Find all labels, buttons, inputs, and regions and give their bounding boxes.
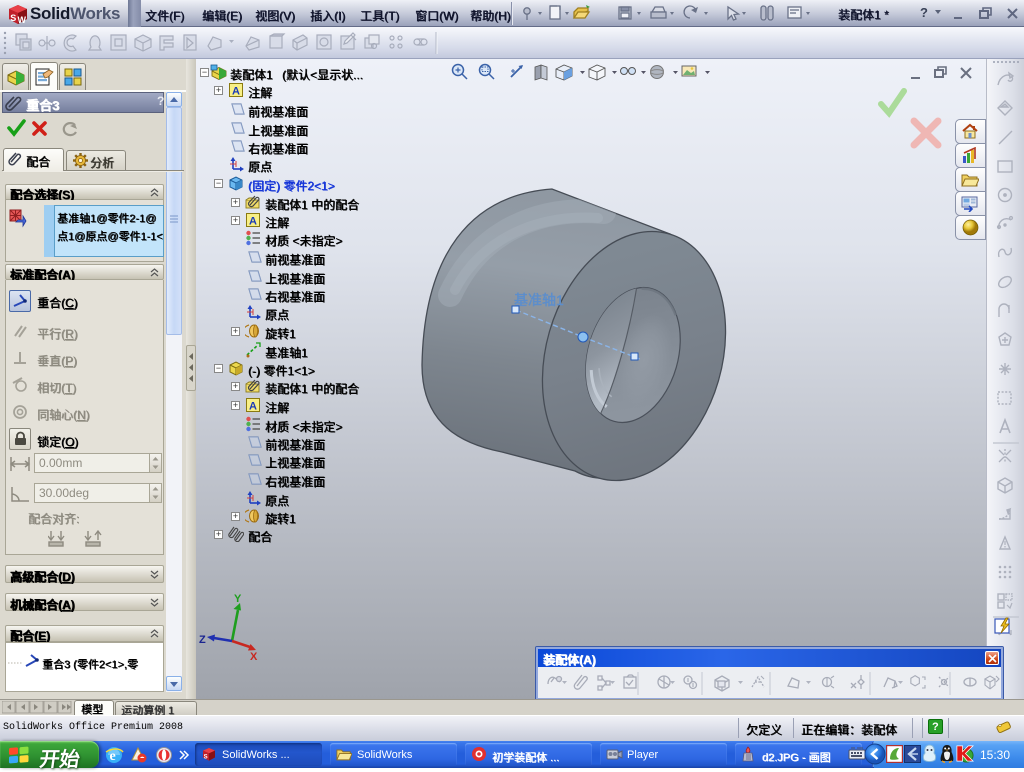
svg-text:X: X bbox=[250, 651, 258, 663]
svg-text:基准轴1: 基准轴1 bbox=[514, 292, 564, 308]
svg-text:S: S bbox=[204, 755, 208, 761]
svg-text:S: S bbox=[10, 13, 16, 23]
svg-text:W: W bbox=[18, 15, 27, 25]
svg-text:e: e bbox=[110, 749, 116, 764]
svg-text:Y: Y bbox=[234, 593, 242, 605]
svg-text:Z: Z bbox=[199, 634, 206, 646]
